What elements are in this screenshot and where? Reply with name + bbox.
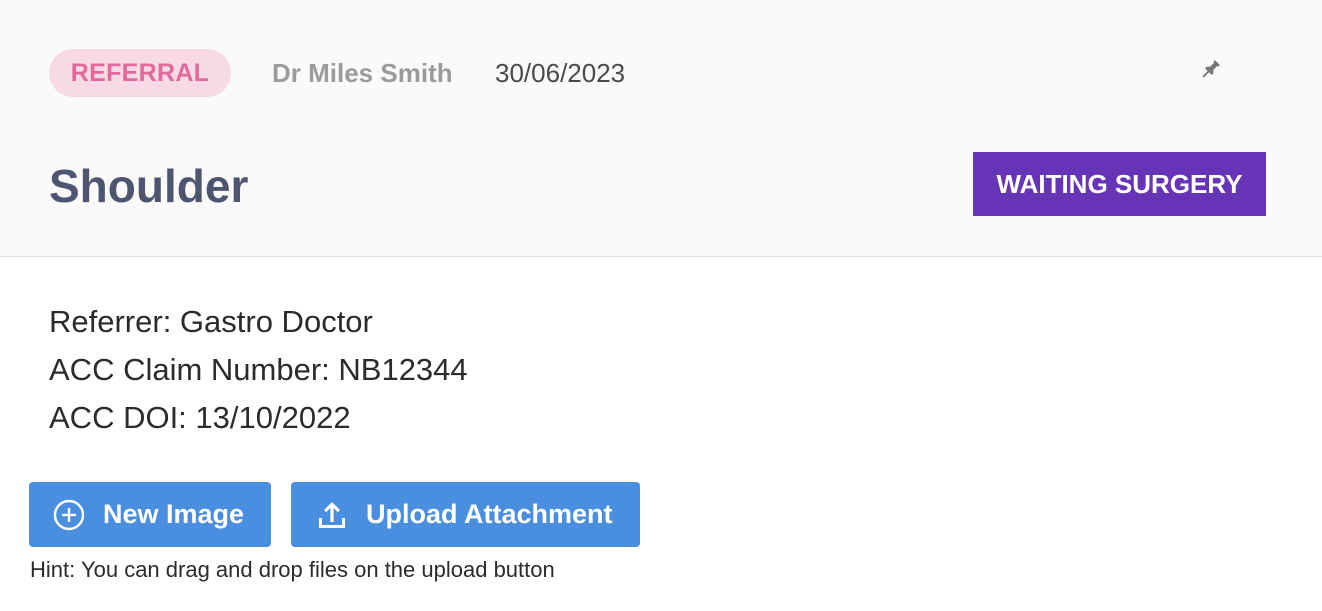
author-name: Dr Miles Smith (272, 58, 453, 88)
pin-icon[interactable] (1196, 56, 1224, 84)
claim-number-line: ACC Claim Number: NB12344 (49, 352, 468, 387)
new-image-label: New Image (103, 499, 245, 529)
entry-date: 30/06/2023 (495, 58, 626, 88)
referrer-line: Referrer: Gastro Doctor (49, 304, 373, 339)
upload-icon (319, 501, 345, 528)
pin-icon-graphic (1202, 60, 1220, 78)
details-block: Referrer: Gastro Doctor ACC Claim Number… (49, 298, 468, 442)
type-badge: REFERRAL (49, 49, 231, 97)
card-header: REFERRAL Dr Miles Smith 30/06/2023 Shoul… (0, 0, 1322, 257)
doi-line: ACC DOI: 13/10/2022 (49, 400, 351, 435)
upload-hint: Hint: You can drag and drop files on the… (30, 557, 555, 582)
upload-attachment-button[interactable]: Upload Attachment (291, 482, 640, 547)
page-title: Shoulder (49, 160, 249, 212)
plus-circle-icon (53, 499, 85, 530)
status-badge[interactable]: WAITING SURGERY (973, 152, 1266, 216)
upload-attachment-label: Upload Attachment (366, 499, 613, 529)
new-image-button[interactable]: New Image (29, 482, 271, 547)
